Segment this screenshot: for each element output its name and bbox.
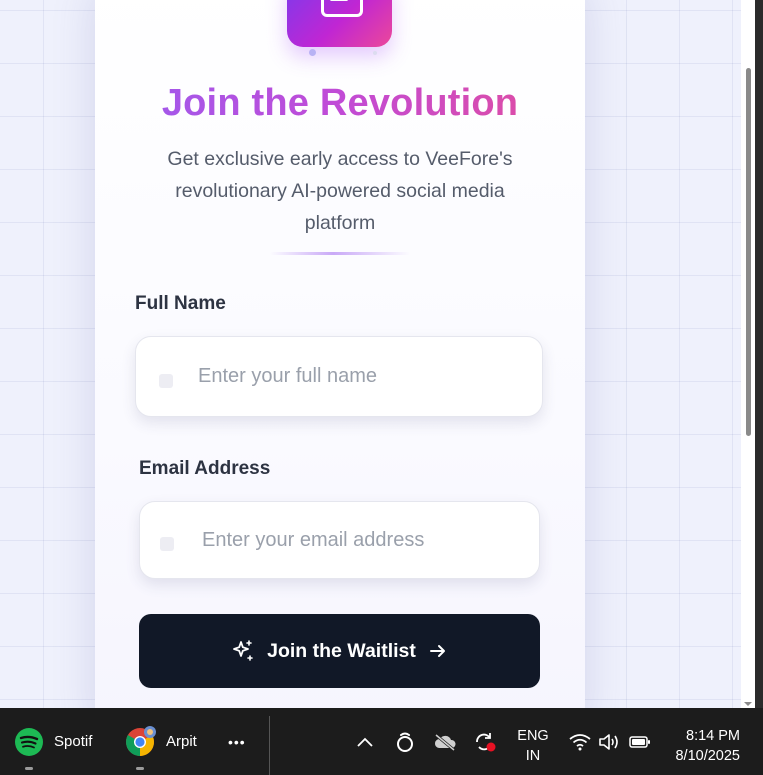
ring-app-icon (397, 732, 413, 752)
taskbar-more-button[interactable]: ••• (228, 708, 246, 775)
input-language-indicator[interactable]: ENG IN (512, 726, 554, 766)
full-name-label: Full Name (135, 293, 226, 314)
email-input[interactable] (202, 502, 502, 578)
sync-icon (476, 732, 496, 751)
taskbar-clock[interactable]: 8:14 PM 8/10/2025 (662, 726, 740, 766)
join-waitlist-button[interactable]: Join the Waitlist (139, 614, 540, 688)
battery-icon (629, 735, 650, 748)
cloud-offline-icon (434, 733, 456, 751)
full-name-field[interactable] (135, 336, 543, 417)
tray-onedrive[interactable] (432, 708, 458, 775)
lang-line: IN (525, 748, 541, 764)
app-logo (287, 0, 392, 47)
arrow-right-icon (429, 645, 445, 657)
join-waitlist-label: Join the Waitlist (267, 639, 416, 662)
sparkles-icon (233, 640, 253, 661)
volume-icon (599, 733, 618, 750)
decorative-dot (373, 51, 377, 55)
decorative-dot (309, 49, 316, 56)
taskbar-app-chrome[interactable]: Arpit (124, 708, 197, 775)
email-field[interactable] (139, 501, 540, 579)
scrollbar-thumb[interactable] (746, 68, 751, 436)
window-edge (755, 0, 763, 708)
tray-battery[interactable] (628, 708, 652, 775)
spotify-icon (15, 727, 43, 756)
taskbar-app-label: Spotif (54, 733, 93, 750)
mail-icon (160, 537, 174, 551)
taskbar-running-indicator (136, 767, 144, 770)
lang-line: ENG (517, 728, 549, 744)
scroll-down-arrow-icon[interactable] (744, 702, 752, 706)
browser-viewport: Join the Revolution Get exclusive early … (0, 0, 755, 708)
user-icon (159, 374, 173, 388)
clock-time: 8:14 PM (686, 728, 740, 744)
taskbar-app-spotify[interactable]: Spotif (14, 708, 92, 775)
tray-volume[interactable] (597, 708, 623, 775)
wifi-icon (569, 733, 591, 750)
logo-glyph-icon (321, 0, 363, 17)
chevron-up-icon (357, 737, 373, 747)
show-hidden-icons-button[interactable] (354, 708, 376, 775)
tray-copilot[interactable] (393, 708, 417, 775)
clock-date: 8/10/2025 (675, 748, 740, 764)
page-subtitle: Get exclusive early access to VeeFore's … (167, 148, 513, 234)
taskbar-running-indicator (25, 767, 33, 770)
full-name-input[interactable] (198, 337, 498, 416)
tray-network[interactable] (568, 708, 592, 775)
taskbar-app-label: Arpit (166, 733, 197, 750)
email-label: Email Address (139, 458, 271, 479)
chrome-icon (126, 725, 156, 756)
title-divider (270, 252, 410, 255)
taskbar: Spotif Arpit ••• ENG IN 8:14 PM 8/10/202… (0, 708, 763, 775)
more-icon: ••• (228, 733, 246, 750)
tray-sync[interactable] (472, 708, 498, 775)
taskbar-separator (269, 716, 270, 775)
waitlist-card: Join the Revolution Get exclusive early … (95, 0, 585, 708)
page-title: Join the Revolution (95, 82, 585, 125)
page-scrollbar[interactable] (741, 0, 755, 708)
